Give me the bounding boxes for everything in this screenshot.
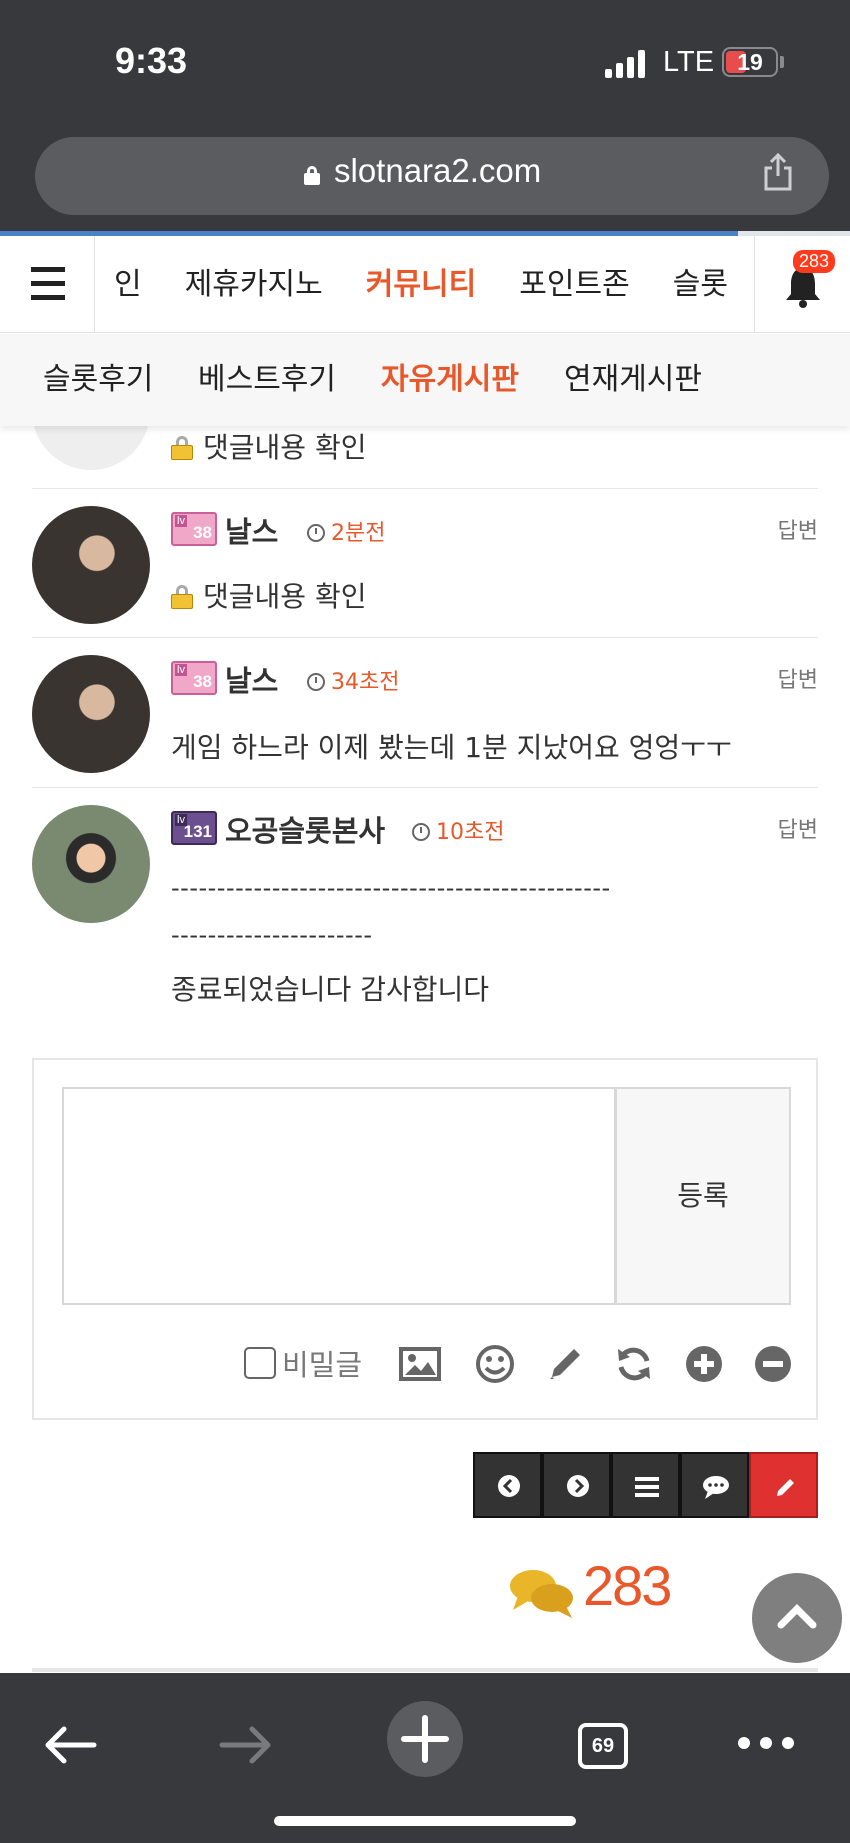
secret-label: 비밀글	[282, 1348, 363, 1382]
chevron-up-icon	[777, 1604, 817, 1629]
battery-level: 19	[737, 49, 763, 75]
comment-item: lv 38 날스 34초전 답변 게임 하느라 이제 봤는데 1분 지났어요 엉엉…	[32, 638, 818, 788]
main-nav: 인 제휴카지노 커뮤니티 포인트존 슬롯 283	[0, 236, 850, 333]
avatar[interactable]	[32, 506, 150, 624]
url-text[interactable]: slotnara2.com	[334, 152, 541, 190]
level-badge: lv 131	[171, 811, 217, 845]
clock-icon	[412, 823, 430, 841]
subnav-free-board[interactable]: 자유게시판	[381, 334, 519, 426]
nav-item-slot[interactable]: 슬롯	[673, 236, 728, 333]
reply-button[interactable]: 답변	[778, 513, 818, 545]
level-badge: lv 38	[171, 512, 217, 546]
image-icon[interactable]	[399, 1343, 441, 1385]
secret-option[interactable]: 비밀글	[244, 1343, 362, 1383]
comment-text: 게임 하느라 이제 봤는데 1분 지났어요 엉엉ㅜㅜ	[171, 731, 732, 764]
subnav-slot-review[interactable]: 슬롯후기	[43, 334, 153, 426]
post-action-bar	[473, 1452, 818, 1518]
avatar[interactable]	[32, 655, 150, 773]
pencil-icon[interactable]	[544, 1343, 586, 1385]
network-type: LTE	[663, 46, 715, 78]
lock-icon	[171, 585, 193, 609]
sub-nav: 슬롯후기 베스트후기 자유게시판 연재게시판	[0, 334, 850, 426]
battery-cap	[780, 56, 784, 68]
status-time: 9:33	[115, 40, 188, 81]
next-button[interactable]	[542, 1452, 611, 1518]
battery-icon: 19	[722, 47, 778, 77]
comment-editor: 등록 비밀글	[32, 1058, 818, 1420]
home-indicator	[274, 1816, 576, 1826]
comment-text-line: 종료되었습니다 감사합니다	[171, 973, 490, 1006]
comment-time: 34초전	[307, 664, 399, 696]
reply-button[interactable]: 답변	[778, 812, 818, 844]
more-icon[interactable]	[736, 1735, 796, 1751]
comment-item: lv 131 오공슬롯본사 10초전 답변 -------------------…	[32, 788, 818, 1028]
signal-icon	[605, 50, 647, 78]
back-icon[interactable]	[42, 1723, 98, 1767]
subnav-serial-board[interactable]: 연재게시판	[564, 334, 702, 426]
speech-bubble-icon	[703, 1476, 729, 1499]
clock-icon	[307, 673, 325, 691]
divider	[32, 1668, 818, 1672]
scroll-to-top-button[interactable]	[752, 1573, 842, 1663]
reply-button[interactable]: 답변	[778, 662, 818, 694]
chevron-left-icon	[498, 1475, 520, 1497]
list-button[interactable]	[611, 1452, 680, 1518]
emoji-icon[interactable]	[474, 1343, 516, 1385]
comment-count: 283	[583, 1554, 672, 1617]
main-nav-items: 인 제휴카지노 커뮤니티 포인트존 슬롯	[96, 236, 754, 333]
nav-item-login[interactable]: 인	[114, 236, 142, 333]
secret-checkbox[interactable]	[244, 1347, 276, 1379]
avatar[interactable]	[32, 805, 150, 923]
refresh-icon[interactable]	[613, 1343, 655, 1385]
comment-text-line: ----------------------	[171, 921, 373, 949]
lock-icon	[304, 166, 320, 185]
browser-toolbar: 69	[0, 1673, 850, 1843]
list-icon	[635, 1477, 659, 1497]
comment-input[interactable]	[62, 1087, 616, 1305]
comment-time: 10초전	[412, 814, 504, 846]
clock-icon	[307, 524, 325, 542]
submit-button[interactable]: 등록	[615, 1087, 791, 1305]
lock-icon	[171, 436, 193, 460]
comment-text: 댓글내용 확인	[171, 426, 366, 466]
chevron-right-icon	[567, 1475, 589, 1497]
notification-badge: 283	[793, 250, 836, 273]
subnav-best-review[interactable]: 베스트후기	[198, 334, 336, 426]
comment-text: 댓글내용 확인	[171, 575, 366, 615]
write-button[interactable]	[749, 1452, 818, 1518]
share-icon[interactable]	[762, 152, 794, 192]
prev-button[interactable]	[473, 1452, 542, 1518]
comment-author[interactable]: 날스	[225, 509, 278, 551]
pencil-icon	[777, 1479, 794, 1496]
menu-icon[interactable]	[0, 236, 95, 333]
forward-icon[interactable]	[218, 1723, 274, 1767]
nav-item-community[interactable]: 커뮤니티	[366, 236, 476, 333]
nav-item-partner-casino[interactable]: 제휴카지노	[185, 236, 323, 333]
comment-author[interactable]: 오공슬롯본사	[225, 808, 385, 850]
tabs-button[interactable]: 69	[578, 1723, 628, 1769]
plus-circle-icon[interactable]	[683, 1343, 725, 1385]
level-badge: lv 38	[171, 661, 217, 695]
comment-author[interactable]: 날스	[225, 658, 278, 700]
new-tab-icon[interactable]	[386, 1700, 464, 1778]
page: 9:33 LTE 19 slotnara2.com 인 제휴카지노 커뮤니티 포…	[0, 0, 850, 1843]
nav-item-point-zone[interactable]: 포인트존	[519, 236, 629, 333]
notifications-button[interactable]: 283	[754, 236, 850, 333]
comment-time: 2분전	[307, 515, 385, 547]
comment-text-line: ----------------------------------------…	[171, 874, 611, 902]
comments-icon	[510, 1570, 573, 1618]
comment-item: lv 38 날스 2분전 답변 댓글내용 확인	[32, 489, 818, 638]
minus-circle-icon[interactable]	[752, 1343, 794, 1385]
comment-button[interactable]	[680, 1452, 749, 1518]
browser-chrome-top: 9:33 LTE 19 slotnara2.com	[0, 0, 850, 232]
